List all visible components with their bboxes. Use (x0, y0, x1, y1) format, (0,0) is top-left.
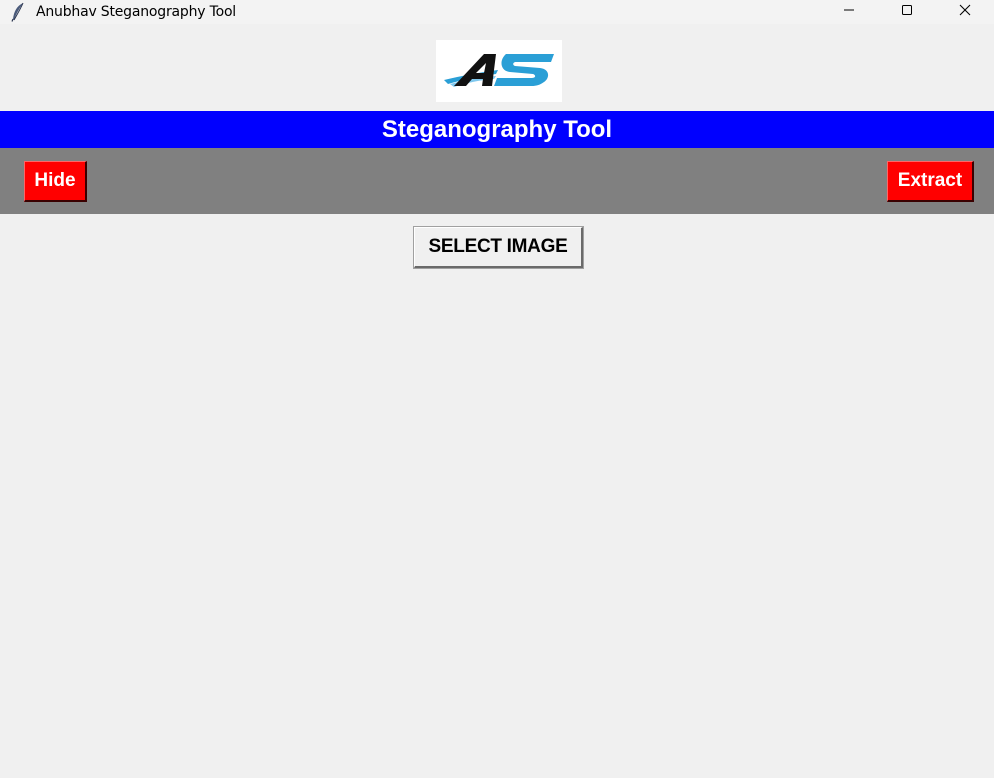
as-logo (436, 40, 562, 102)
logo-area (0, 24, 994, 111)
title-bar: Anubhav Steganography Tool (0, 0, 994, 24)
header-banner: Steganography Tool (0, 111, 994, 148)
extract-button[interactable]: Extract (887, 161, 974, 202)
feather-icon (10, 2, 26, 22)
close-button[interactable] (936, 0, 994, 24)
page-title: Steganography Tool (381, 115, 613, 143)
minimize-button[interactable] (820, 0, 878, 24)
toolbar: Hide Extract (0, 148, 994, 214)
minimize-icon (843, 3, 855, 21)
maximize-button[interactable] (878, 0, 936, 24)
close-icon (959, 3, 971, 21)
hide-button[interactable]: Hide (24, 161, 87, 202)
window-controls (820, 0, 994, 24)
select-image-button[interactable]: SELECT IMAGE (413, 226, 584, 269)
app-window: Anubhav Steganography Tool Steganography… (0, 0, 994, 778)
window-title: Anubhav Steganography Tool (36, 4, 237, 20)
maximize-icon (901, 3, 913, 21)
